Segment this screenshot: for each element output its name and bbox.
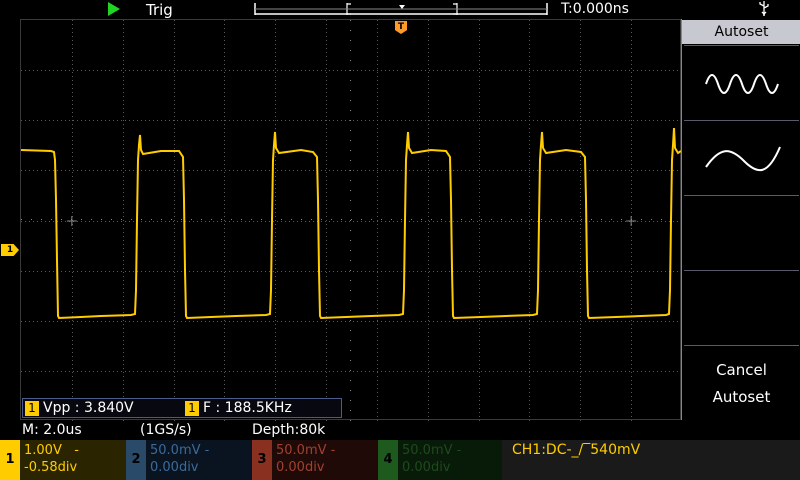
single-period-wave-icon [705, 146, 781, 172]
ch2-volts: 50.0mV - [150, 443, 210, 458]
ch1-waveform-trace [20, 127, 682, 320]
autoset-label: Autoset [712, 388, 771, 406]
ch1-volts: 1.00V - [24, 443, 79, 458]
cancel-label: Cancel [716, 361, 767, 379]
ch3-number: 3 [252, 440, 272, 480]
single-period-option[interactable] [684, 120, 799, 195]
multi-period-option[interactable] [684, 45, 799, 120]
ch4-volts: 50.0mV - [402, 443, 462, 458]
ch1-tag: 1 [185, 401, 199, 416]
vpp-measurement: 1 Vpp : 3.840V [25, 400, 134, 416]
ch2-offset: 0.00div [150, 460, 199, 475]
autoset-menu: Autoset Cancel Autoset [681, 19, 800, 420]
top-status-bar: Trig T:0.000ns [0, 0, 800, 20]
sample-rate-readout: (1GS/s) [140, 422, 192, 438]
play-icon[interactable] [108, 2, 120, 16]
measurement-panel: 1 Vpp : 3.840V 1 F : 188.5KHz [22, 398, 342, 418]
usb-icon [758, 0, 770, 20]
memory-depth-readout: Depth:80k [252, 422, 326, 438]
ch2-number: 2 [126, 440, 146, 480]
empty-option-3 [684, 195, 799, 270]
ch1-offset: -0.58div [24, 460, 78, 475]
ch4-offset: 0.00div [402, 460, 451, 475]
multi-period-wave-icon [705, 74, 779, 94]
cancel-autoset-button[interactable]: Cancel Autoset [684, 345, 799, 420]
ch1-offset-marker[interactable]: 1 [1, 244, 19, 256]
ch2-status[interactable]: 2 50.0mV - 0.00div [126, 440, 252, 480]
trigger-status: Trig [146, 1, 173, 19]
vpp-value: Vpp : 3.840V [43, 400, 134, 416]
waveform-display[interactable] [20, 19, 682, 421]
ch3-volts: 50.0mV - [276, 443, 336, 458]
empty-option-4 [684, 270, 799, 345]
ch1-number: 1 [0, 440, 20, 480]
ch3-status[interactable]: 3 50.0mV - 0.00div [252, 440, 378, 480]
trigger-time-readout: T:0.000ns [561, 1, 629, 17]
timebase-readout: M: 2.0us [22, 422, 82, 438]
waveform-graticule [20, 20, 682, 421]
ch1-tag: 1 [25, 401, 39, 416]
frequency-measurement: 1 F : 188.5KHz [185, 400, 292, 416]
trigger-settings[interactable]: CH1:DC-_/‾540mV [502, 440, 800, 480]
memory-position-bar[interactable] [253, 2, 549, 16]
frequency-value: F : 188.5KHz [203, 400, 292, 416]
menu-title: Autoset [682, 20, 800, 44]
ch4-number: 4 [378, 440, 398, 480]
ch4-status[interactable]: 4 50.0mV - 0.00div [378, 440, 502, 480]
trigger-settings-text: CH1:DC-_/‾540mV [512, 442, 641, 458]
ch3-offset: 0.00div [276, 460, 325, 475]
ch1-status[interactable]: 1 1.00V - -0.58div [0, 440, 126, 480]
